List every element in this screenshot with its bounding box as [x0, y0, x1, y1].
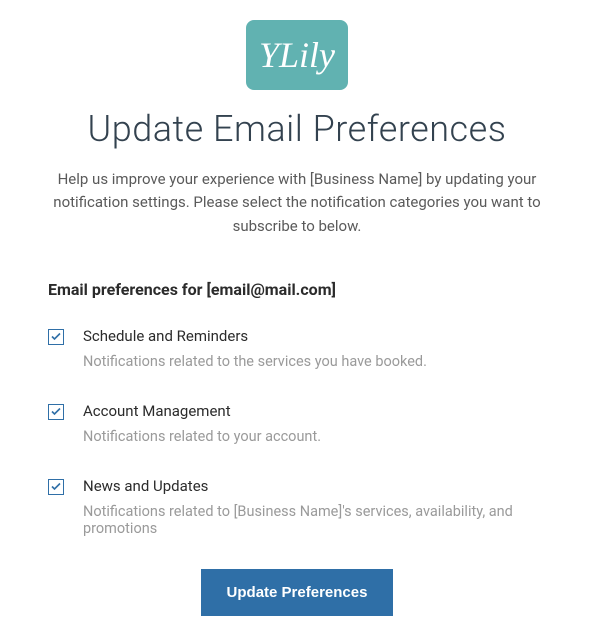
logo: YLily — [246, 20, 348, 90]
option-schedule-reminders: Schedule and Reminders Notifications rel… — [48, 327, 546, 370]
option-description: Notifications related to [Business Name]… — [83, 503, 546, 537]
option-title: Schedule and Reminders — [83, 327, 546, 345]
option-description: Notifications related to your account. — [83, 428, 546, 445]
option-text: News and Updates Notifications related t… — [83, 477, 546, 537]
update-preferences-button[interactable]: Update Preferences — [201, 569, 394, 616]
option-title: Account Management — [83, 402, 546, 420]
checkbox-schedule-reminders[interactable] — [48, 329, 64, 345]
checkbox-account-management[interactable] — [48, 404, 64, 420]
preferences-for-label: Email preferences for [email@mail.com] — [48, 280, 546, 299]
option-description: Notifications related to the services yo… — [83, 353, 546, 370]
option-text: Schedule and Reminders Notifications rel… — [83, 327, 546, 370]
page-title: Update Email Preferences — [48, 108, 546, 150]
check-icon — [51, 407, 61, 416]
intro-text: Help us improve your experience with [Bu… — [48, 168, 546, 238]
option-text: Account Management Notifications related… — [83, 402, 546, 445]
check-icon — [51, 482, 61, 491]
option-account-management: Account Management Notifications related… — [48, 402, 546, 445]
checkbox-news-updates[interactable] — [48, 479, 64, 495]
check-icon — [51, 332, 61, 341]
option-title: News and Updates — [83, 477, 546, 495]
option-news-updates: News and Updates Notifications related t… — [48, 477, 546, 537]
logo-text: YLily — [259, 34, 335, 76]
